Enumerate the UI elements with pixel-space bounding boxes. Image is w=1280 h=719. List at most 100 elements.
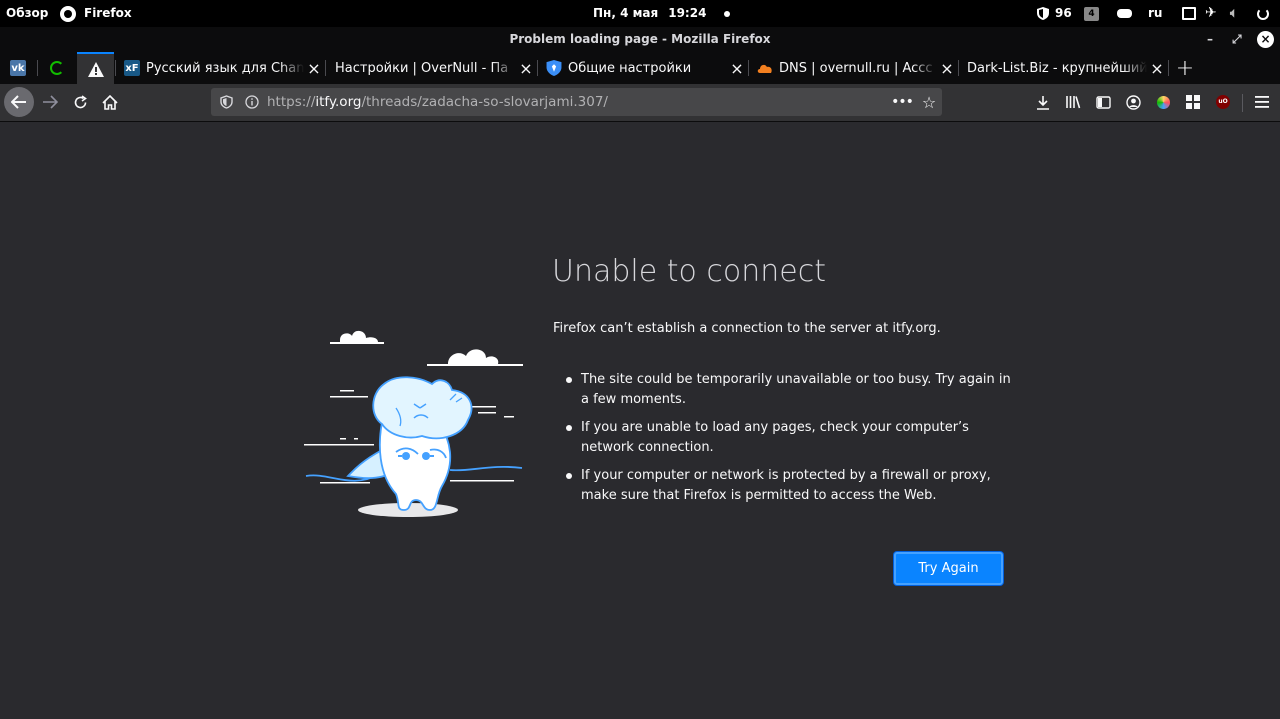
hdd-indicator[interactable] bbox=[1117, 0, 1132, 27]
tab-close-icon[interactable]: × bbox=[937, 59, 957, 78]
shield-count: 96 bbox=[1055, 6, 1072, 20]
home-button[interactable] bbox=[96, 88, 124, 116]
extension-colorful-icon bbox=[1156, 95, 1170, 109]
tab-label: DNS | overnull.ru | Accc bbox=[779, 60, 937, 76]
url-text[interactable]: https://itfy.org/threads/zadacha-so-slov… bbox=[267, 88, 608, 116]
tab-label: Русский язык для Chan bbox=[146, 60, 304, 76]
shield-icon bbox=[1037, 7, 1049, 20]
workspace-indicator[interactable]: 4 bbox=[1084, 0, 1099, 27]
url-bar[interactable]: https://itfy.org/threads/zadacha-so-slov… bbox=[211, 88, 942, 116]
account-button[interactable] bbox=[1120, 88, 1146, 116]
airplane-mode-icon[interactable]: ✈ bbox=[1205, 0, 1217, 27]
tab-label: Dark-List.Biz - крупнейший bbox=[967, 60, 1147, 76]
minimize-button[interactable]: – bbox=[1207, 27, 1213, 52]
maximize-button[interactable]: ⤢ bbox=[1232, 27, 1242, 52]
xenforo-icon: xF bbox=[124, 60, 140, 76]
window-title: Problem loading page - Mozilla Firefox bbox=[509, 32, 771, 46]
info-icon bbox=[245, 95, 259, 109]
try-again-button[interactable]: Try Again bbox=[894, 552, 1003, 585]
tab-dns-overnull[interactable]: DNS | overnull.ru | Accc × bbox=[749, 52, 957, 84]
window-close-button[interactable]: × bbox=[1257, 31, 1274, 48]
date-label: Пн, 4 мая bbox=[593, 6, 659, 20]
ublock-button[interactable]: uO bbox=[1210, 88, 1236, 116]
tab-close-icon[interactable]: × bbox=[516, 59, 536, 78]
tab-label: Общие настройки bbox=[568, 60, 727, 76]
site-info-icon[interactable] bbox=[240, 88, 264, 116]
tab-general-settings[interactable]: Общие настройки × bbox=[538, 52, 747, 84]
download-icon bbox=[1037, 95, 1049, 110]
back-button[interactable] bbox=[4, 87, 34, 117]
tab-dark-list[interactable]: Dark-List.Biz - крупнейший × bbox=[959, 52, 1167, 84]
power-menu[interactable] bbox=[1257, 0, 1269, 27]
loading-icon bbox=[50, 61, 64, 75]
menu-button[interactable] bbox=[1249, 88, 1275, 116]
url-protocol: https:// bbox=[267, 94, 316, 110]
suggestion-item: If your computer or network is protected… bbox=[566, 466, 1016, 506]
dinosaur-illustration bbox=[304, 330, 523, 517]
tab-pinned-active[interactable] bbox=[77, 52, 114, 84]
url-host: itfy.org bbox=[315, 94, 362, 110]
keyboard-layout-indicator[interactable]: ru bbox=[1148, 0, 1162, 27]
drive-icon bbox=[1117, 9, 1132, 18]
error-page: Unable to connect Firefox can’t establis… bbox=[0, 122, 1280, 719]
system-top-bar: Обзор Firefox Пн, 4 мая 19:24 96 4 ru ✈ … bbox=[0, 0, 1280, 27]
error-description: Firefox can’t establish a connection to … bbox=[553, 321, 941, 336]
account-icon bbox=[1125, 94, 1141, 110]
display-icon bbox=[1182, 7, 1196, 20]
activities-label: Обзор bbox=[6, 6, 49, 20]
shield-indicator[interactable]: 96 bbox=[1037, 0, 1072, 27]
library-button[interactable] bbox=[1060, 88, 1086, 116]
tab-pinned-loading[interactable] bbox=[38, 52, 76, 84]
volume-icon[interactable]: 🔈︎ bbox=[1230, 0, 1238, 27]
extensions-grid-button[interactable] bbox=[1180, 88, 1206, 116]
tab-overnull-settings[interactable]: Настройки | OverNull - Па × bbox=[326, 52, 536, 84]
back-arrow-icon bbox=[11, 95, 26, 109]
app-menu[interactable]: Firefox bbox=[60, 0, 132, 27]
notification-dot-icon bbox=[724, 10, 731, 17]
library-icon bbox=[1066, 96, 1081, 109]
page-actions-icon[interactable]: ••• bbox=[890, 88, 914, 116]
bookmark-star-icon[interactable]: ☆ bbox=[917, 88, 941, 116]
tab-russian-language[interactable]: xF Русский язык для Chan × bbox=[116, 52, 324, 84]
sidebar-button[interactable] bbox=[1090, 88, 1116, 116]
shield-icon bbox=[546, 60, 562, 76]
home-icon bbox=[102, 94, 118, 110]
downloads-button[interactable] bbox=[1030, 88, 1056, 116]
tab-strip: vk xF Русский язык для Chan × Настройки … bbox=[0, 52, 1280, 84]
screen-icon[interactable] bbox=[1182, 0, 1196, 27]
suggestion-item: If you are unable to load any pages, che… bbox=[566, 418, 1016, 458]
ublock-icon: uO bbox=[1216, 95, 1230, 109]
keyboard-layout-label: ru bbox=[1148, 6, 1163, 20]
hamburger-icon bbox=[1255, 96, 1269, 108]
url-path: /threads/zadacha-so-slovarjami.307/ bbox=[361, 94, 608, 110]
tab-pinned-vk[interactable]: vk bbox=[0, 52, 36, 84]
forward-arrow-icon bbox=[43, 95, 58, 109]
toolbar-separator bbox=[1242, 94, 1243, 112]
app-name-label: Firefox bbox=[84, 6, 132, 20]
sidebar-icon bbox=[1095, 95, 1111, 109]
warning-icon bbox=[87, 61, 104, 77]
tab-separator bbox=[1168, 60, 1169, 76]
tab-close-icon[interactable]: × bbox=[304, 59, 324, 78]
firefox-icon bbox=[60, 5, 76, 22]
shield-outline-icon bbox=[219, 95, 233, 109]
time-label: 19:24 bbox=[668, 6, 707, 20]
clock[interactable]: Пн, 4 мая 19:24 bbox=[593, 0, 731, 27]
workspace-badge: 4 bbox=[1084, 6, 1099, 21]
forward-button[interactable] bbox=[36, 88, 64, 116]
tab-close-icon[interactable]: × bbox=[1147, 59, 1167, 78]
window-title-bar: Problem loading page - Mozilla Firefox –… bbox=[0, 27, 1280, 52]
activities-button[interactable]: Обзор bbox=[6, 0, 48, 27]
tab-close-icon[interactable]: × bbox=[727, 59, 747, 78]
error-title: Unable to connect bbox=[552, 254, 826, 289]
tracking-protection-icon[interactable] bbox=[214, 88, 238, 116]
reload-button[interactable] bbox=[66, 88, 94, 116]
new-tab-button[interactable]: + bbox=[1172, 52, 1198, 84]
suggestion-list: The site could be temporarily unavailabl… bbox=[566, 370, 1016, 514]
reload-icon bbox=[74, 94, 87, 108]
power-icon bbox=[1257, 7, 1269, 20]
extension-button[interactable] bbox=[1150, 88, 1176, 116]
grid-icon bbox=[1186, 95, 1200, 109]
suggestion-item: The site could be temporarily unavailabl… bbox=[566, 370, 1016, 410]
vk-icon: vk bbox=[10, 60, 26, 76]
